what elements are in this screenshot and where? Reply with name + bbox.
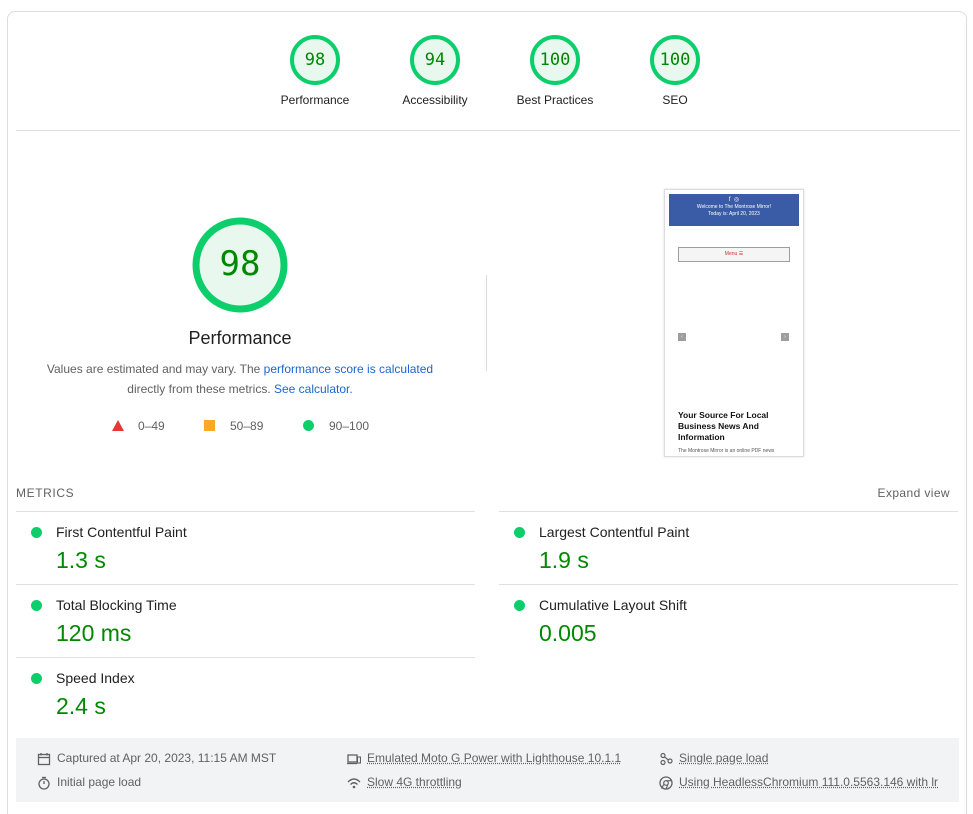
metric-name: Cumulative Layout Shift xyxy=(539,597,687,613)
welcome-text: Welcome to The Montrose Mirror! xyxy=(696,204,772,210)
browser-text: Using HeadlessChromium 111.0.5563.146 wi… xyxy=(679,775,939,789)
metric-value: 1.9 s xyxy=(539,547,589,573)
metric-value: 1.3 s xyxy=(56,547,106,573)
metric-first-contentful-paint[interactable]: First Contentful Paint 1.3 s xyxy=(16,511,475,584)
metric-speed-index[interactable]: Speed Index 2.4 s xyxy=(16,657,475,730)
metric-cumulative-layout-shift[interactable]: Cumulative Layout Shift 0.005 xyxy=(499,584,958,657)
metric-largest-contentful-paint[interactable]: Largest Contentful Paint 1.9 s xyxy=(499,511,958,584)
site-menu-button: Menu ☰ xyxy=(678,247,790,262)
legend-pass-range: 90–100 xyxy=(329,419,370,433)
metric-name: First Contentful Paint xyxy=(56,524,187,540)
seo-score: 100 xyxy=(659,50,691,70)
square-icon xyxy=(204,420,215,431)
best-practices-score-gauge[interactable]: 100 Best Practices xyxy=(495,34,615,107)
initial-load-text: Initial page load xyxy=(57,775,142,789)
devices-icon xyxy=(347,754,361,765)
nodes-icon xyxy=(660,752,673,766)
site-headline: Your Source For Local Business News And … xyxy=(678,410,769,442)
wifi-icon xyxy=(347,778,361,789)
expand-view-toggle[interactable]: Expand view xyxy=(878,486,950,500)
runtime-settings-footer: Captured at Apr 20, 2023, 11:15 AM MST I… xyxy=(16,738,959,802)
desc-text-2: directly from these metrics. xyxy=(127,382,274,396)
site-teaser: The Montrose Mirror is an online PDF new… xyxy=(678,448,775,454)
session-text: Single page load xyxy=(679,751,769,765)
device-text: Emulated Moto G Power with Lighthouse 10… xyxy=(367,751,622,765)
circle-icon xyxy=(303,420,314,431)
pass-circle-icon xyxy=(31,673,42,684)
metric-value: 0.005 xyxy=(539,620,597,646)
browser-item[interactable]: Using HeadlessChromium 111.0.5563.146 wi… xyxy=(659,775,959,791)
seo-score-gauge[interactable]: 100 SEO xyxy=(615,34,735,107)
legend-fail-range: 0–49 xyxy=(138,419,165,433)
performance-score-gauge[interactable]: 98 Performance xyxy=(255,34,375,107)
pass-circle-icon xyxy=(514,527,525,538)
pass-circle-icon xyxy=(514,600,525,611)
final-screenshot[interactable]: f ◎ Welcome to The Montrose Mirror! Toda… xyxy=(664,189,804,457)
seo-label: SEO xyxy=(662,93,688,107)
performance-big-score: 98 xyxy=(219,244,261,284)
metric-name: Largest Contentful Paint xyxy=(539,524,690,540)
date-text: Today is: April 20, 2023 xyxy=(708,211,760,217)
pass-circle-icon xyxy=(31,600,42,611)
site-header-bar: f ◎ Welcome to The Montrose Mirror! Toda… xyxy=(669,194,799,226)
captured-at-text: Captured at Apr 20, 2023, 11:15 AM MST xyxy=(57,751,277,765)
score-calculated-link[interactable]: performance score is calculated xyxy=(264,362,433,376)
desc-text-1: Values are estimated and may vary. The xyxy=(46,362,264,376)
performance-label: Performance xyxy=(280,93,350,107)
score-header: 98 Performance 94 Accessibility 100 Best… xyxy=(16,12,960,131)
metric-name: Speed Index xyxy=(56,670,135,686)
accessibility-label: Accessibility xyxy=(402,93,468,107)
metric-value: 2.4 s xyxy=(56,693,106,719)
slider-next-icon: › xyxy=(781,333,789,341)
see-calculator-link[interactable]: See calculator. xyxy=(274,382,353,396)
metric-name: Total Blocking Time xyxy=(56,597,177,613)
metrics-heading: METRICS xyxy=(16,486,75,500)
best-practices-label: Best Practices xyxy=(516,93,594,107)
metric-total-blocking-time[interactable]: Total Blocking Time 120 ms xyxy=(16,584,475,657)
lighthouse-report-card: 98 Performance 94 Accessibility 100 Best… xyxy=(7,11,967,814)
performance-big-gauge: 98 xyxy=(190,215,290,315)
performance-title: Performance xyxy=(188,328,292,348)
vertical-divider xyxy=(486,275,487,371)
throttling-text: Slow 4G throttling xyxy=(367,775,462,789)
accessibility-score-gauge[interactable]: 94 Accessibility xyxy=(375,34,495,107)
calendar-icon xyxy=(37,753,51,766)
metric-value: 120 ms xyxy=(56,620,132,646)
social-icons: f ◎ xyxy=(728,197,740,203)
timer-icon xyxy=(38,776,50,790)
performance-description: Values are estimated and may vary. The p… xyxy=(30,359,450,399)
pass-circle-icon xyxy=(31,527,42,538)
legend-average-range: 50–89 xyxy=(230,419,264,433)
triangle-icon xyxy=(112,420,124,431)
best-practices-score: 100 xyxy=(539,50,571,70)
slider-prev-icon: ‹ xyxy=(678,333,686,341)
performance-score: 98 xyxy=(304,50,326,70)
chrome-icon xyxy=(659,776,673,790)
accessibility-score: 94 xyxy=(424,50,446,70)
